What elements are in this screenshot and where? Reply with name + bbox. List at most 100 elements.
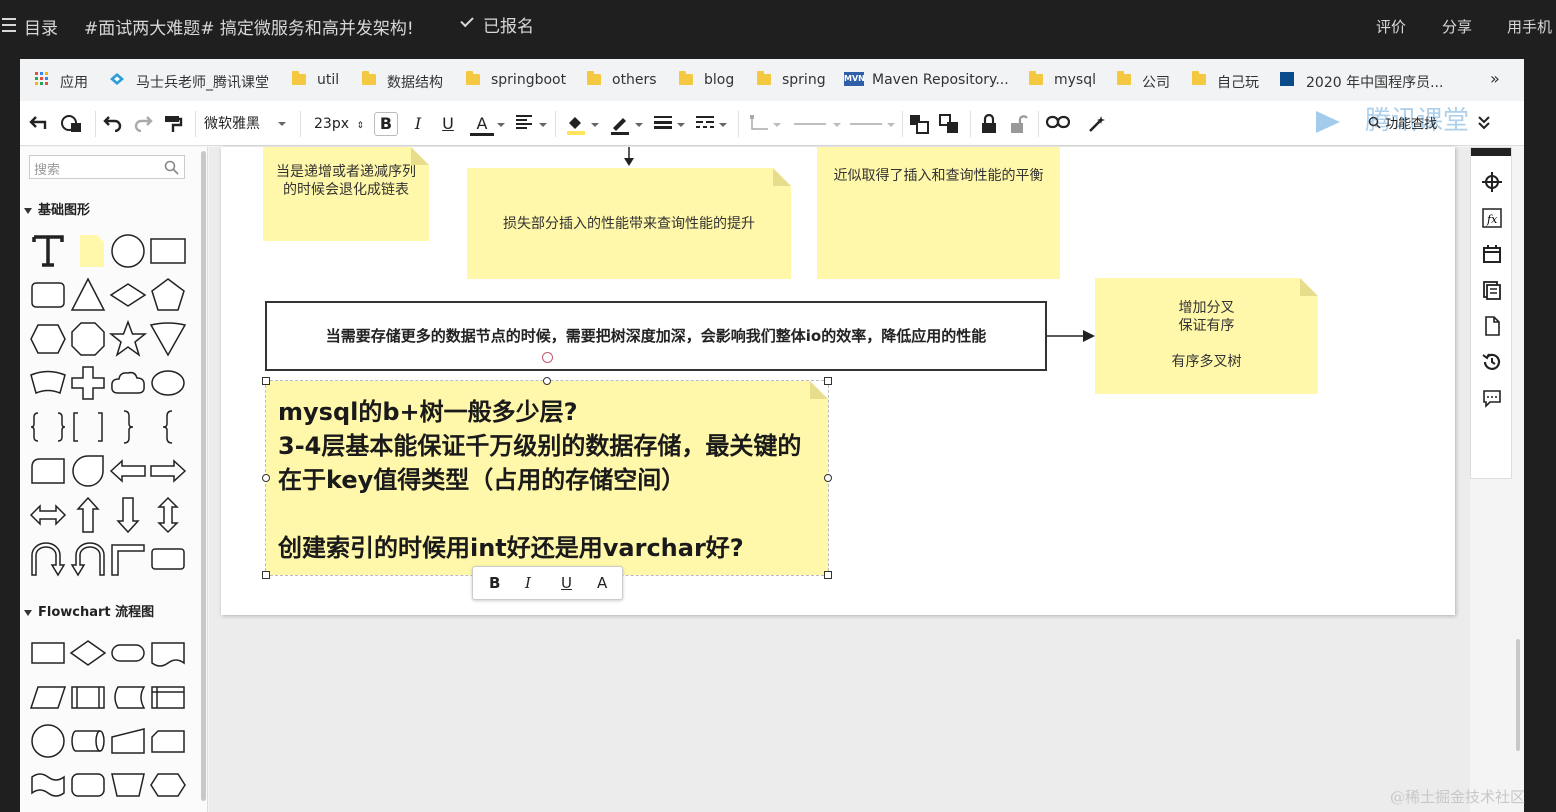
cross-shape[interactable] xyxy=(68,363,108,403)
selected-sticky-note[interactable]: mysql的b+树一般多少层? 3-4层基本能保证千万级别的数据存储，最关键的在… xyxy=(265,380,829,576)
stepper-arrows-icon[interactable]: ⇕ xyxy=(356,121,364,131)
rectangle-shape[interactable] xyxy=(148,231,188,271)
predefined-process-shape[interactable] xyxy=(68,677,108,717)
corner-shape[interactable] xyxy=(108,539,148,579)
bookmark-util[interactable]: util xyxy=(317,72,339,88)
line-end-icon[interactable] xyxy=(846,114,886,134)
hexagon-shape[interactable] xyxy=(28,319,68,359)
unlock-icon[interactable] xyxy=(1008,114,1030,134)
curved-banner-shape[interactable] xyxy=(28,363,68,403)
connector-icon[interactable] xyxy=(748,114,772,134)
diagram-page[interactable]: 当是递增或者递减序列的时候会退化成链表 损失部分插入的性能带来查询性能的提升 近… xyxy=(221,147,1455,615)
feature-search-button[interactable]: 功能查找 xyxy=(1368,115,1458,135)
canvas-scrollbar[interactable] xyxy=(1516,639,1520,751)
sticky-note[interactable]: 损失部分插入的性能带来查询性能的提升 xyxy=(467,168,791,279)
direct-data-shape[interactable] xyxy=(68,721,108,761)
align-icon[interactable] xyxy=(514,114,536,134)
bookmark-tencent[interactable]: 马士兵老师_腾讯课堂 xyxy=(136,72,269,92)
bookmark-company[interactable]: 公司 xyxy=(1142,72,1170,92)
dash-style-icon[interactable] xyxy=(694,114,716,134)
text-shape[interactable] xyxy=(28,231,68,271)
chevron-down-icon[interactable] xyxy=(832,114,842,134)
stored-data-shape[interactable] xyxy=(108,677,148,717)
square-brackets-shape[interactable] xyxy=(68,407,108,447)
rotate-handle[interactable] xyxy=(542,352,553,363)
font-family-select[interactable]: 微软雅黑 xyxy=(204,114,290,134)
search-icon[interactable] xyxy=(164,160,179,175)
star-shape[interactable] xyxy=(108,319,148,359)
chevron-down-icon[interactable] xyxy=(772,114,782,134)
right-arrow-shape[interactable] xyxy=(148,451,188,491)
apps-grid-icon[interactable] xyxy=(35,72,49,86)
bookmark-maven[interactable]: Maven Repository... xyxy=(872,72,1009,88)
decision-shape[interactable] xyxy=(68,633,108,673)
format-painter-icon[interactable] xyxy=(162,114,184,134)
chevron-down-icon[interactable] xyxy=(590,114,600,134)
catalog-link[interactable]: 目录 xyxy=(24,14,58,39)
mobile-link[interactable]: 用手机 xyxy=(1507,16,1552,37)
font-color-button[interactable]: A xyxy=(597,574,607,592)
small-rounded-rect-shape[interactable] xyxy=(148,539,188,579)
double-arrow-shape[interactable] xyxy=(28,495,68,535)
section-flowchart[interactable]: Flowchart 流程图 xyxy=(24,601,154,620)
document-shape[interactable] xyxy=(148,633,188,673)
delay-rounded-shape[interactable] xyxy=(68,765,108,805)
redo-icon[interactable] xyxy=(132,114,154,134)
resize-handle[interactable] xyxy=(543,377,551,385)
octagon-shape[interactable] xyxy=(68,319,108,359)
bookmark-spring[interactable]: spring xyxy=(782,72,826,88)
fill-color-icon[interactable] xyxy=(564,114,588,135)
italic-button[interactable]: I xyxy=(525,574,531,592)
left-brace-shape[interactable] xyxy=(148,407,188,447)
terminator-shape[interactable] xyxy=(108,633,148,673)
resize-handle[interactable] xyxy=(824,377,832,385)
bold-button[interactable]: B xyxy=(374,112,398,136)
comment-icon[interactable] xyxy=(1482,388,1502,408)
diagram-canvas[interactable]: 当是递增或者递减序列的时候会退化成链表 损失部分插入的性能带来查询性能的提升 近… xyxy=(209,147,1470,812)
sticky-note[interactable]: 增加分叉 保证有序 有序多叉树 xyxy=(1095,278,1318,394)
rounded-rect-shape[interactable] xyxy=(28,275,68,315)
bookmark-2020-programmers[interactable]: 2020 年中国程序员... xyxy=(1306,72,1443,92)
sticky-note[interactable]: 当是递增或者递减序列的时候会退化成链表 xyxy=(263,147,429,241)
magic-wand-icon[interactable] xyxy=(1086,114,1108,134)
resize-handle[interactable] xyxy=(824,571,832,579)
bring-front-icon[interactable] xyxy=(908,114,930,134)
line-start-icon[interactable] xyxy=(790,114,830,134)
resize-handle[interactable] xyxy=(824,474,832,482)
menu-icon[interactable] xyxy=(2,18,16,32)
chevron-down-icon[interactable] xyxy=(718,114,728,134)
chevron-down-icon[interactable] xyxy=(538,114,548,134)
chevron-down-icon[interactable] xyxy=(634,114,644,134)
link-icon[interactable] xyxy=(1045,114,1071,134)
formula-icon[interactable]: fx xyxy=(1482,208,1502,228)
collapse-icon[interactable] xyxy=(1476,114,1492,134)
up-arrow-shape[interactable] xyxy=(68,495,108,535)
resize-handle[interactable] xyxy=(262,474,270,482)
leaf-shape[interactable] xyxy=(68,451,108,491)
shape-search-input[interactable]: 搜索 xyxy=(29,155,185,179)
bookmark-others[interactable]: others xyxy=(612,72,657,88)
rate-link[interactable]: 评价 xyxy=(1376,16,1406,37)
ellipse-shape[interactable] xyxy=(148,363,188,403)
manual-operation-shape[interactable] xyxy=(108,765,148,805)
font-size-stepper[interactable]: 23px ⇕ xyxy=(314,114,364,134)
u-turn-arrow-shape[interactable] xyxy=(28,539,68,579)
sidebar-scrollbar[interactable] xyxy=(201,151,206,801)
left-arrow-shape[interactable] xyxy=(108,451,148,491)
italic-button[interactable]: I xyxy=(408,114,428,134)
history-icon[interactable] xyxy=(1482,352,1502,372)
underline-button[interactable]: U xyxy=(561,574,572,592)
bookmark-apps[interactable]: 应用 xyxy=(60,72,88,92)
layout-icon[interactable] xyxy=(1482,244,1502,264)
pentagon-shape[interactable] xyxy=(148,275,188,315)
bookmarks-more-button[interactable]: » xyxy=(1490,69,1500,88)
send-back-icon[interactable] xyxy=(938,114,960,134)
bold-button[interactable]: B xyxy=(489,574,500,592)
sticky-note[interactable]: 近似取得了插入和查询性能的平衡 xyxy=(817,147,1060,279)
u-turn-arrow-left-shape[interactable] xyxy=(68,539,108,579)
bookmark-springboot[interactable]: springboot xyxy=(491,72,566,88)
pages-icon[interactable] xyxy=(1482,280,1502,300)
share-link[interactable]: 分享 xyxy=(1442,16,1472,37)
connector-circle-shape[interactable] xyxy=(28,721,68,761)
bookmark-own-play[interactable]: 自己玩 xyxy=(1217,72,1259,92)
